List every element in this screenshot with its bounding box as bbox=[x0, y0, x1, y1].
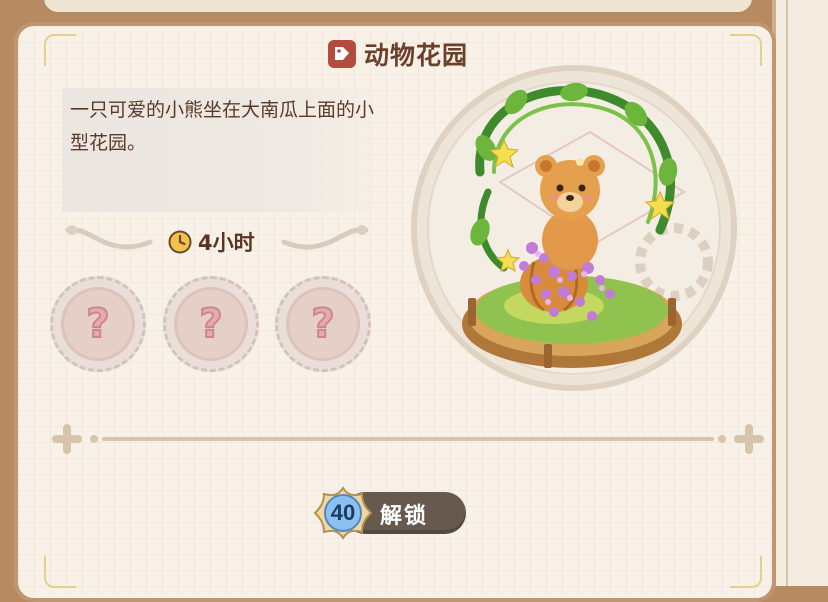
clock-icon bbox=[168, 230, 192, 254]
side-panel bbox=[772, 0, 828, 586]
unlock-label: 解锁 bbox=[380, 504, 429, 529]
corner-ornament bbox=[44, 34, 76, 66]
item-description: 一只可爱的小熊坐在大南瓜上面的小型花园。 bbox=[70, 99, 375, 154]
question-mark-icon: ? bbox=[85, 300, 110, 348]
bear-garden-illustration bbox=[411, 65, 737, 391]
duration-row: 4小时 bbox=[168, 227, 255, 257]
tag-icon bbox=[328, 40, 356, 68]
reward-slot[interactable]: ? bbox=[275, 276, 371, 372]
question-mark-icon: ? bbox=[310, 300, 335, 348]
reward-slot[interactable]: ? bbox=[163, 276, 259, 372]
corner-ornament bbox=[730, 556, 762, 588]
question-mark-icon: ? bbox=[198, 300, 223, 348]
top-panel bbox=[40, 0, 756, 16]
unlock-level: 40 bbox=[330, 500, 356, 525]
left-swirl-ornament bbox=[65, 225, 153, 250]
section-divider bbox=[52, 424, 764, 454]
duration-text: 4小时 bbox=[198, 231, 255, 255]
item-detail-card: 动物花园 一只可爱的小熊坐在大南瓜上面的小型花园。 4小时 ? ? ? 解锁 4… bbox=[14, 22, 776, 602]
right-swirl-ornament bbox=[281, 225, 369, 250]
unlock-button[interactable]: 解锁 40 bbox=[314, 486, 468, 540]
reward-slot[interactable]: ? bbox=[50, 276, 146, 372]
corner-ornament bbox=[44, 556, 76, 588]
